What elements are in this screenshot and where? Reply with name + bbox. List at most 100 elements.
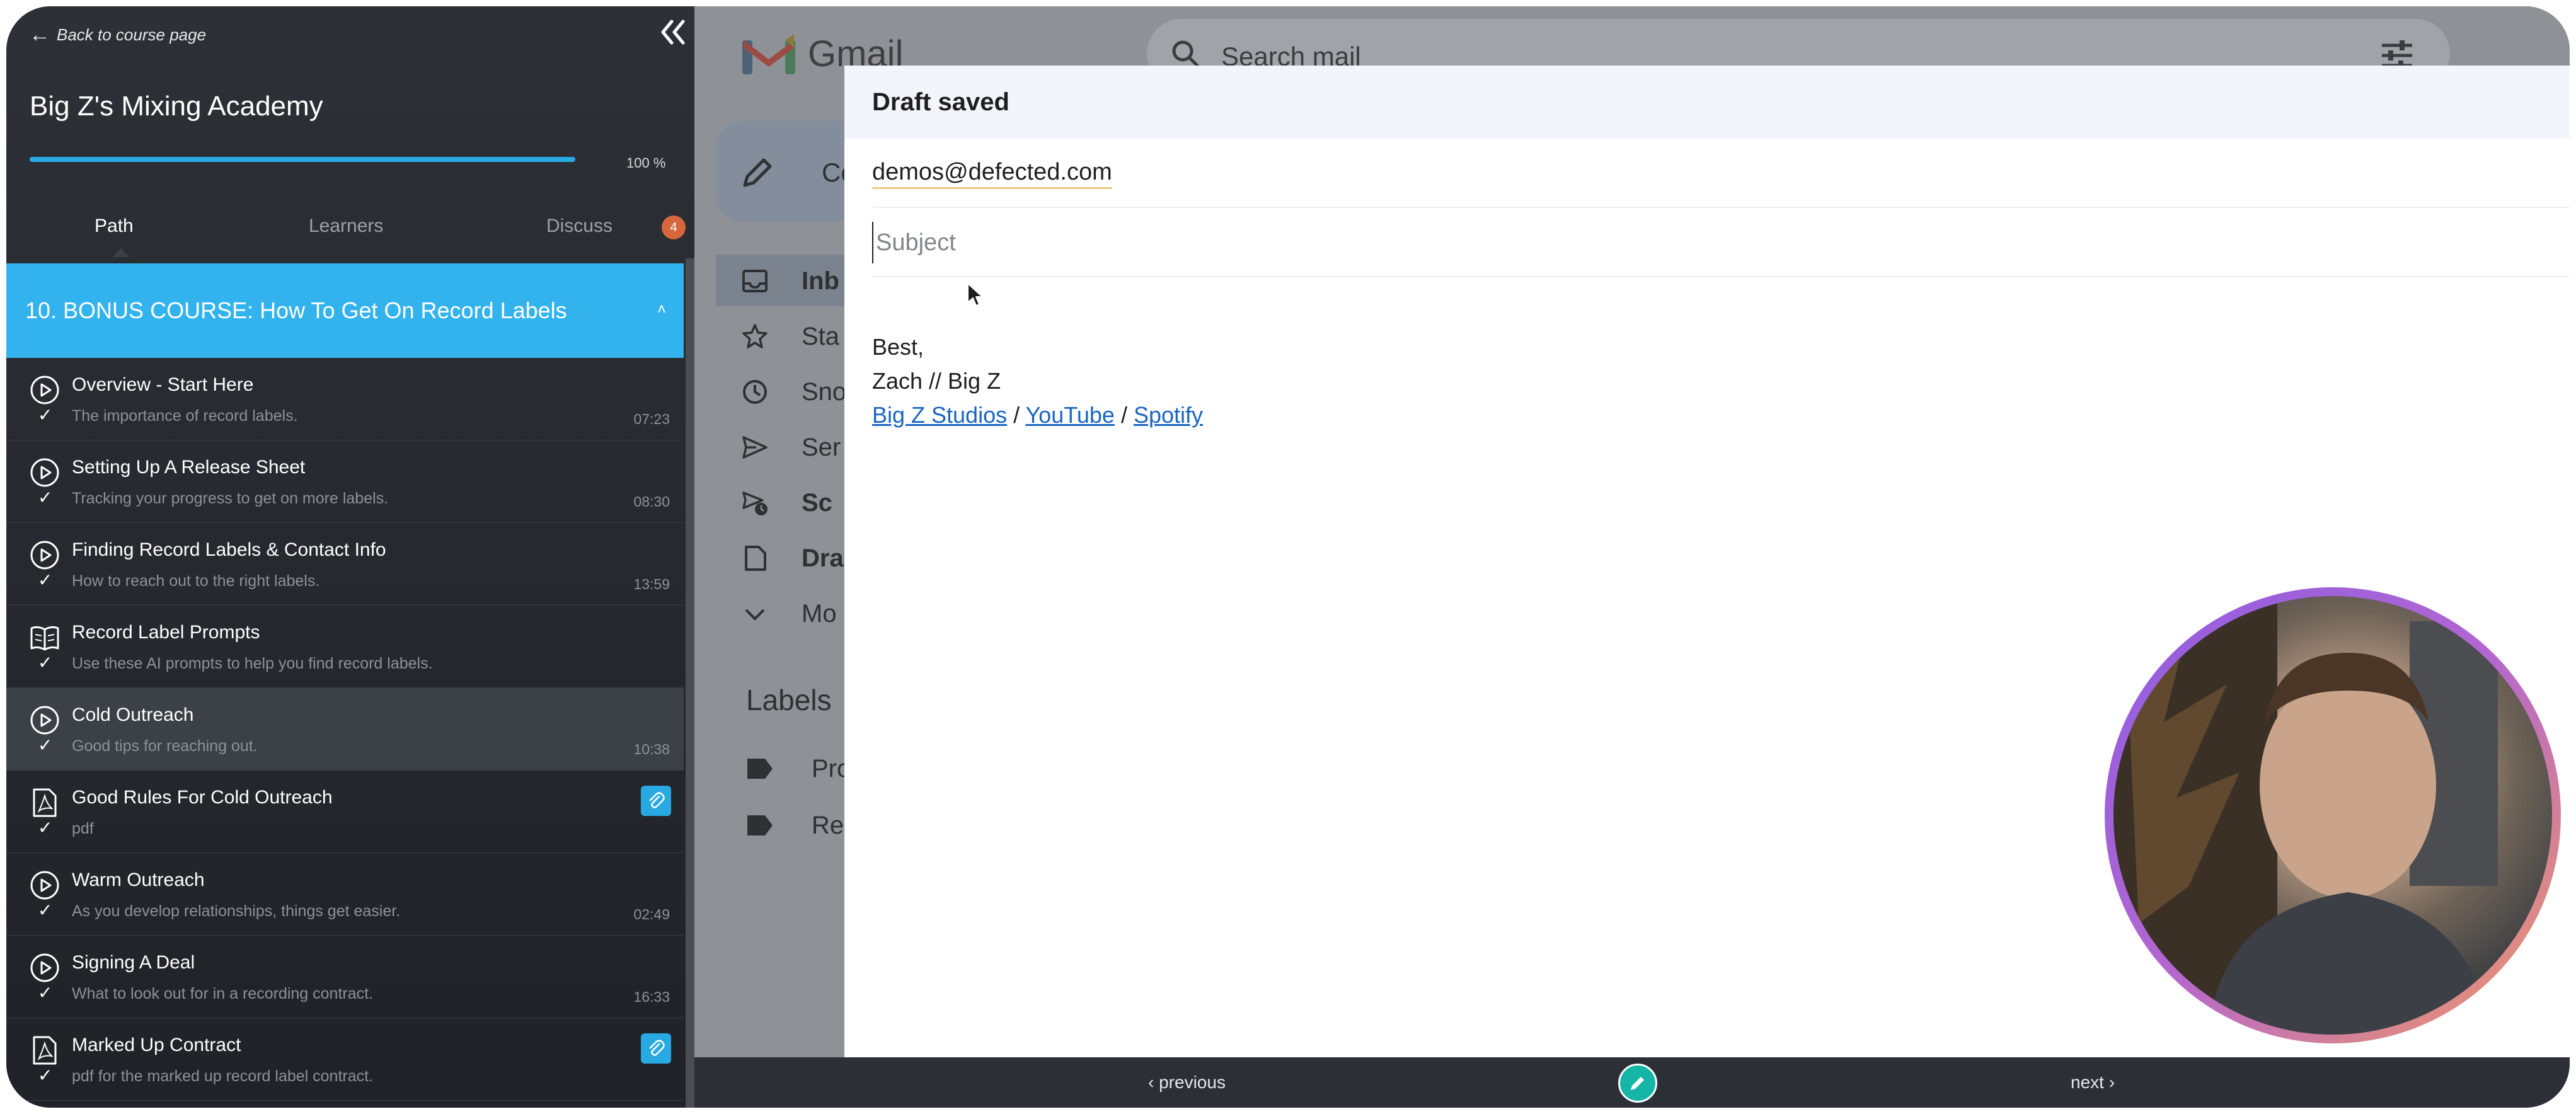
signoff-line: Best, xyxy=(872,334,924,360)
recipient-chip[interactable]: demos@defected.com xyxy=(872,159,1112,189)
attachment-button[interactable] xyxy=(641,786,671,816)
recipients-row[interactable]: demos@defected.com xyxy=(872,139,2570,208)
play-circle-icon xyxy=(30,376,59,405)
checkmark-icon: ✓ xyxy=(38,983,53,1002)
sidebar-scrollbar[interactable] xyxy=(686,258,694,1108)
pdf-file-icon xyxy=(33,788,57,817)
play-circle-icon xyxy=(30,953,59,982)
lesson-title: Finding Record Labels & Contact Info xyxy=(72,539,386,560)
app-frame: ← Back to course page Big Z's Mixing Aca… xyxy=(6,6,2570,1108)
paperclip-icon xyxy=(649,1040,665,1056)
lesson-title: Signing A Deal xyxy=(72,952,195,973)
lesson-item[interactable]: ✓ Good Rules For Cold Outreach pdf xyxy=(6,771,684,853)
checkmark-icon: ✓ xyxy=(38,818,53,837)
lesson-item[interactable]: ✓ Cold Outreach Good tips for reaching out… xyxy=(6,688,684,771)
subject-row[interactable] xyxy=(872,208,2570,277)
lesson-subtitle: Good tips for reaching out. xyxy=(72,737,258,755)
lesson-duration: 07:23 xyxy=(633,411,670,427)
lesson-item[interactable]: ✓ Signing A Deal What to look out for in a… xyxy=(6,936,684,1018)
lesson-subtitle: Use these AI prompts to help you find re… xyxy=(72,655,433,672)
tab-discuss[interactable]: Discuss xyxy=(546,215,612,237)
chevron-down-icon xyxy=(745,609,765,621)
lesson-duration: 13:59 xyxy=(633,576,670,592)
send-icon xyxy=(742,436,768,459)
active-tab-indicator xyxy=(112,248,130,257)
subject-input[interactable] xyxy=(872,222,1628,263)
lesson-title: Cold Outreach xyxy=(72,704,194,725)
lesson-item[interactable]: ✓ Overview - Start Here The importance of … xyxy=(6,358,684,440)
lesson-title: Good Rules For Cold Outreach xyxy=(72,787,333,808)
presenter-video xyxy=(2113,596,2552,1035)
play-circle-icon xyxy=(30,871,59,900)
gmail-nav-label: Sta xyxy=(802,323,840,350)
chevron-up-icon[interactable]: ˄ xyxy=(657,301,666,319)
next-lesson-button[interactable]: next › xyxy=(2071,1072,2115,1093)
gmail-nav-label: Inb xyxy=(802,267,839,295)
book-icon xyxy=(30,626,59,651)
star-icon xyxy=(742,324,768,348)
lesson-subtitle: How to reach out to the right labels. xyxy=(72,572,320,590)
tab-learners[interactable]: Learners xyxy=(309,215,383,237)
lesson-item[interactable]: ✓ Warm Outreach As you develop relationshi… xyxy=(6,853,684,936)
signature-name: Zach // Big Z xyxy=(872,368,1001,394)
attachment-button[interactable] xyxy=(641,1033,671,1064)
course-progress-bar xyxy=(30,157,575,162)
course-sidebar: ← Back to course page Big Z's Mixing Aca… xyxy=(6,6,694,1108)
link-spotify[interactable]: Spotify xyxy=(1134,402,1203,428)
link-separator: / xyxy=(1114,402,1134,428)
pencil-icon xyxy=(743,158,772,187)
lesson-item[interactable]: ✓ Record Label Prompts Use these AI prompt… xyxy=(6,606,684,688)
gmail-nav-label: Sno xyxy=(802,378,847,406)
play-circle-icon xyxy=(30,541,59,570)
checkmark-icon: ✓ xyxy=(38,488,53,507)
play-circle-icon xyxy=(30,458,59,487)
double-chevron-left-icon[interactable] xyxy=(655,15,689,49)
section-header[interactable]: 10. BONUS COURSE: How To Get On Record L… xyxy=(6,263,684,358)
scheduled-icon xyxy=(742,491,768,515)
course-title: Big Z's Mixing Academy xyxy=(30,91,323,122)
course-progress-label: 100 % xyxy=(626,155,666,171)
pdf-file-icon xyxy=(33,1036,57,1065)
checkmark-icon: ✓ xyxy=(38,405,53,425)
checkmark-icon: ✓ xyxy=(38,1065,53,1085)
lesson-list: ✓ Overview - Start Here The importance of … xyxy=(6,358,684,1101)
draft-status: Draft saved xyxy=(872,88,1009,116)
previous-lesson-button[interactable]: ‹ previous xyxy=(1148,1072,1226,1093)
checkmark-icon: ✓ xyxy=(38,900,53,920)
label-tag-icon xyxy=(747,815,773,836)
back-link-label: Back to course page xyxy=(57,25,207,44)
label-tag-icon xyxy=(747,759,773,779)
link-big-z-studios[interactable]: Big Z Studios xyxy=(872,402,1007,428)
lesson-item[interactable]: ✓ Setting Up A Release Sheet Tracking you… xyxy=(6,440,684,523)
lesson-subtitle: As you develop relationships, things get… xyxy=(72,902,401,920)
sidebar-tabs: Path Learners Discuss xyxy=(6,199,694,257)
lesson-subtitle: The importance of record labels. xyxy=(72,407,298,425)
link-separator: / xyxy=(1007,402,1026,428)
signature-links: Big Z Studios / YouTube / Spotify xyxy=(872,398,1203,432)
checkmark-icon: ✓ xyxy=(38,735,53,755)
tab-path[interactable]: Path xyxy=(95,215,134,237)
lesson-title: Marked Up Contract xyxy=(72,1035,241,1055)
edit-notes-button[interactable] xyxy=(1618,1064,1657,1103)
lesson-item[interactable]: ✓ Finding Record Labels & Contact Info How… xyxy=(6,523,684,606)
link-youtube[interactable]: YouTube xyxy=(1025,402,1114,428)
message-body[interactable]: Best, Zach // Big Z Big Z Studios / YouT… xyxy=(872,330,1203,432)
lesson-item[interactable]: ✓ Marked Up Contract pdf for the marked up… xyxy=(6,1018,684,1101)
checkmark-icon: ✓ xyxy=(38,653,53,672)
gmail-logo-icon xyxy=(742,34,795,74)
back-to-course-link[interactable]: ← Back to course page xyxy=(29,24,206,45)
discuss-notification-badge: 4 xyxy=(662,215,686,239)
arrow-left-icon: ← xyxy=(29,23,50,47)
lesson-subtitle: pdf xyxy=(72,820,94,837)
paperclip-icon xyxy=(649,792,665,808)
lesson-navigation-bar: ‹ previous next › xyxy=(694,1057,2570,1108)
gmail-nav-label: Ser xyxy=(802,434,841,461)
draft-icon xyxy=(745,546,766,571)
pencil-icon xyxy=(1631,1077,1644,1090)
gmail-nav-label: Dra xyxy=(802,544,844,572)
compose-header[interactable]: Draft saved xyxy=(844,66,2570,139)
lesson-duration: 16:33 xyxy=(633,989,670,1005)
lesson-duration: 08:30 xyxy=(633,493,670,510)
lesson-title: Setting Up A Release Sheet xyxy=(72,457,306,478)
presenter-silhouette xyxy=(2113,596,2498,1035)
